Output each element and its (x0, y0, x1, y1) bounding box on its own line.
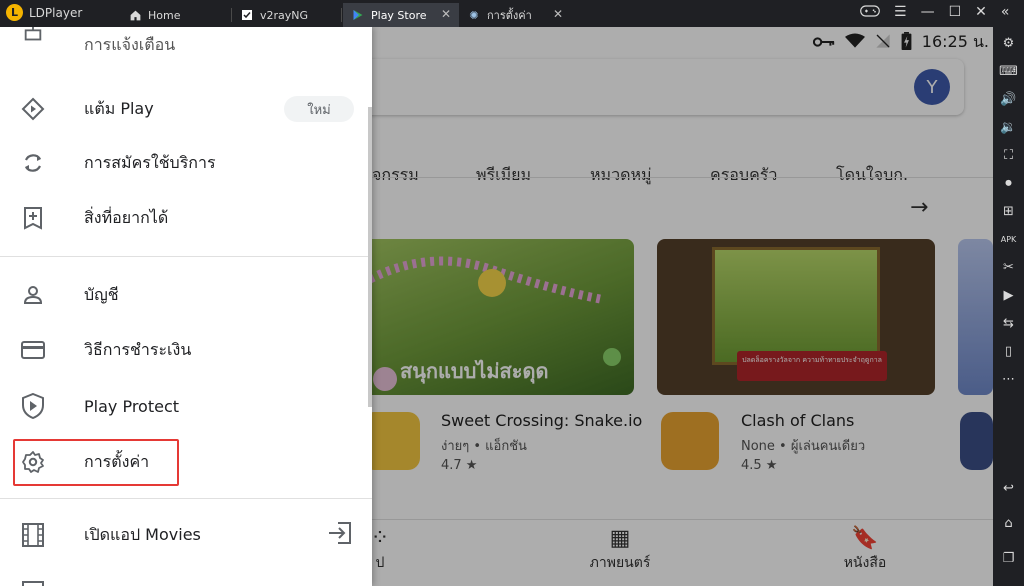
back-icon[interactable]: ↩ (998, 478, 1019, 499)
drawer-label: Play Protect (84, 396, 180, 416)
minimize-icon[interactable]: — (921, 4, 935, 22)
navigation-drawer: การแจ้งเตือน แต้ม Play ใหม่ การสมัครใช้บ… (0, 27, 372, 586)
add-app-icon[interactable]: ⊞ (998, 201, 1019, 222)
emulator-titlebar: L LDPlayer Home v2rayNG Play Store ✕ ✺ ก… (0, 0, 1024, 27)
android-screen: 16:25 น. Y จกรรม พรีเมียม หมวดหมู่ ครอบค… (0, 27, 993, 586)
account-person-icon (20, 282, 46, 308)
tab-label: Play Store (371, 8, 427, 22)
recents-icon[interactable]: ❐ (998, 548, 1019, 569)
tab-v2rayng[interactable]: v2rayNG (232, 3, 342, 27)
notifications-icon (20, 27, 46, 47)
brand-name: LDPlayer (29, 5, 83, 20)
fullscreen-icon[interactable]: ⛶ (998, 145, 1019, 166)
play-protect-shield-icon (20, 393, 46, 419)
shake-icon[interactable]: ▯ (998, 341, 1019, 362)
maximize-icon[interactable]: ☐ (949, 4, 962, 22)
scissors-icon[interactable]: ✂ (998, 257, 1019, 278)
movies-film-icon (20, 522, 46, 548)
divider (0, 498, 372, 499)
drawer-label: การแจ้งเตือน (84, 35, 176, 54)
drawer-label: แต้ม Play (84, 98, 154, 118)
home-icon (128, 8, 142, 22)
more-icon[interactable]: ⋯ (998, 369, 1019, 390)
volume-up-icon[interactable]: 🔊 (998, 89, 1019, 110)
drawer-label: วิธีการชำระเงิน (84, 339, 192, 359)
close-icon[interactable]: ✕ (975, 4, 987, 22)
settings-icon[interactable]: ⚙ (998, 33, 1019, 54)
v2rayng-icon (240, 8, 254, 22)
drawer-item-partial[interactable] (0, 567, 372, 586)
play-points-icon (20, 96, 46, 122)
play-store-icon (351, 8, 365, 22)
settings-gear-icon: ✺ (469, 8, 479, 22)
drawer-label: บัญชี (84, 284, 119, 304)
tab-label: การตั้งค่า (487, 9, 532, 22)
tab-label: Home (148, 8, 181, 22)
record-icon[interactable]: ⏺ (998, 173, 1019, 194)
selection-highlight (13, 439, 179, 486)
drawer-item-wishlist[interactable]: สิ่งที่อยากได้ (0, 192, 372, 244)
tab-settings[interactable]: ✺ การตั้งค่า ✕ (459, 3, 571, 27)
apk-icon[interactable]: APK (998, 229, 1019, 250)
drawer-label: การสมัครใช้บริการ (84, 152, 216, 172)
drawer-label: เปิดแอป Movies (84, 524, 201, 544)
home-icon[interactable]: ⌂ (998, 513, 1019, 534)
tab-play-store[interactable]: Play Store ✕ (343, 3, 459, 27)
close-icon[interactable]: ✕ (441, 7, 451, 21)
emulator-sidebar: ⚙ ⌨ 🔊 🔉 ⛶ ⏺ ⊞ APK ✂ ▶ ⇆ ▯ ⋯ ↩ ⌂ ❐ (993, 27, 1024, 586)
drawer-item-play-protect[interactable]: Play Protect (0, 380, 372, 432)
drawer-item-open-movies[interactable]: เปิดแอป Movies (0, 509, 372, 561)
drawer-item-payment-methods[interactable]: วิธีการชำระเงิน (0, 324, 372, 376)
open-external-icon (328, 522, 352, 548)
menu-icon[interactable]: ☰ (894, 4, 907, 22)
drawer-item-subscriptions[interactable]: การสมัครใช้บริการ (0, 137, 372, 189)
sync-icon[interactable]: ⇆ (998, 313, 1019, 334)
window-controls: ☰ — ☐ ✕ « (860, 4, 1009, 22)
keyboard-icon[interactable]: ⌨ (998, 61, 1019, 82)
video-icon[interactable]: ▶ (998, 285, 1019, 306)
drawer-item-play-points[interactable]: แต้ม Play ใหม่ (0, 83, 372, 135)
wishlist-icon (20, 205, 46, 231)
drawer-scrollbar[interactable] (368, 107, 372, 407)
divider (0, 256, 372, 257)
tab-separator (341, 8, 342, 22)
gamepad-icon[interactable] (860, 4, 880, 22)
subscriptions-refresh-icon (20, 150, 46, 176)
drawer-label: สิ่งที่อยากได้ (84, 207, 169, 227)
ldplayer-logo-icon: L (6, 4, 23, 21)
close-icon[interactable]: ✕ (553, 7, 563, 21)
payment-card-icon (20, 337, 46, 363)
collapse-icon[interactable]: « (1001, 4, 1010, 22)
ldplayer-window: L LDPlayer Home v2rayNG Play Store ✕ ✺ ก… (0, 0, 1024, 586)
drawer-item-account[interactable]: บัญชี (0, 269, 372, 321)
drawer-item-notifications[interactable]: การแจ้งเตือน (0, 27, 372, 61)
books-grid-icon (20, 573, 46, 586)
new-badge: ใหม่ (284, 96, 354, 122)
tab-home[interactable]: Home (120, 3, 232, 27)
tab-label: v2rayNG (260, 8, 309, 22)
brand: L LDPlayer (6, 4, 82, 21)
volume-down-icon[interactable]: 🔉 (998, 117, 1019, 138)
